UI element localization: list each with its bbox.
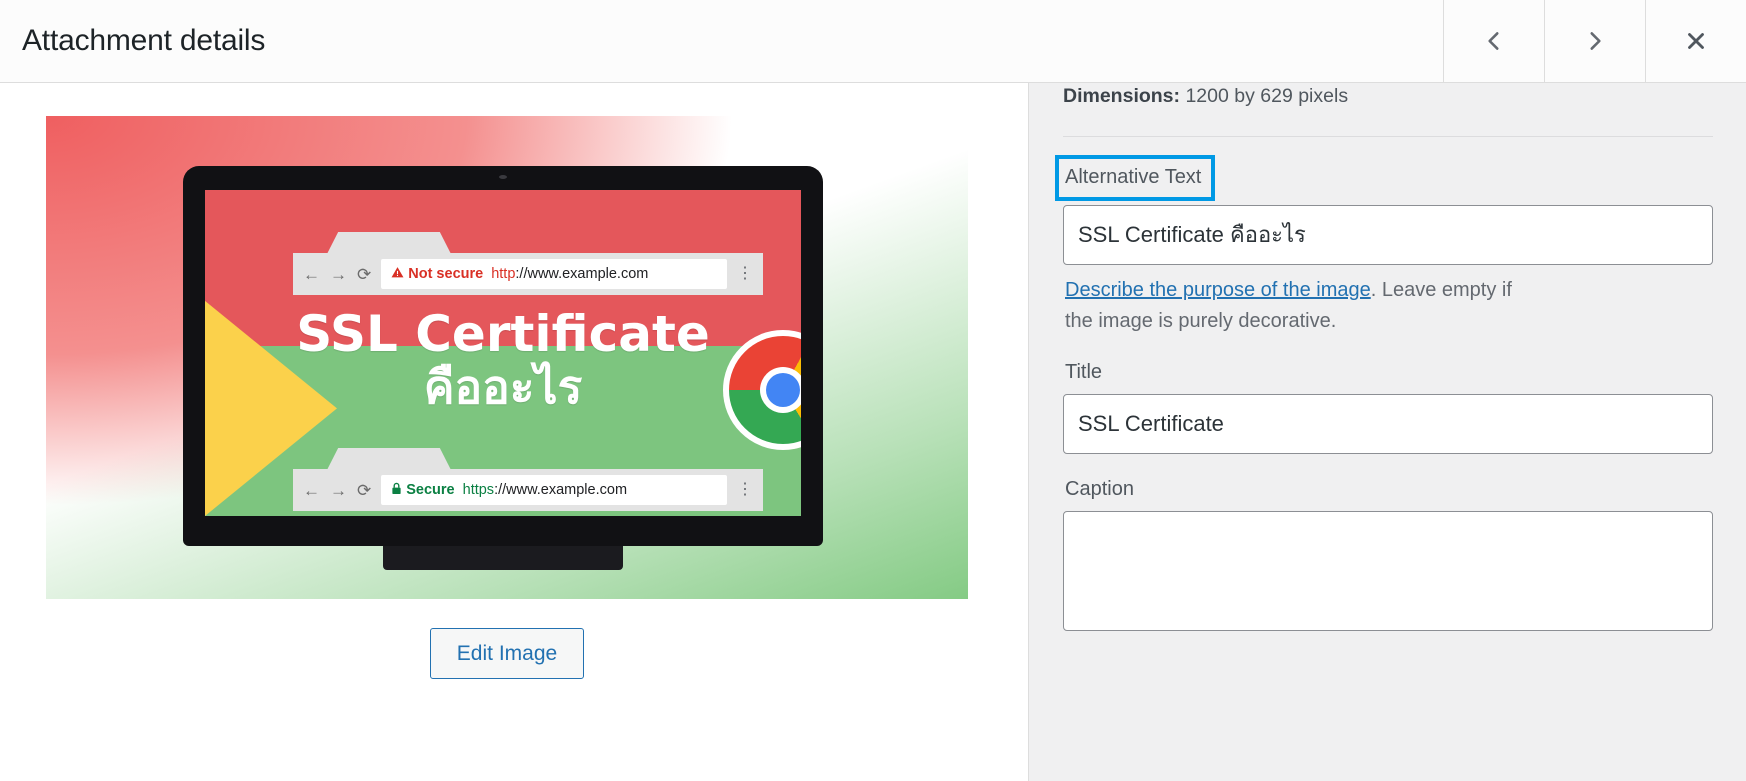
address-bar-secure: Secure https ://www.example.com	[381, 475, 727, 505]
attachment-media-view: ← → ⟳ Not secure http://www.example.com…	[0, 83, 1028, 781]
attachment-preview-image: ← → ⟳ Not secure http://www.example.com…	[46, 116, 968, 599]
modal-header: Attachment details	[0, 0, 1746, 83]
edit-image-button[interactable]: Edit Image	[429, 628, 585, 680]
browser-menu-icon: ⋮	[737, 481, 753, 498]
dimensions-label: Dimensions:	[1063, 85, 1181, 108]
monitor-illustration: ← → ⟳ Not secure http://www.example.com…	[183, 166, 823, 570]
back-icon: ←	[303, 480, 320, 500]
chevron-right-icon	[1582, 28, 1608, 54]
secure-label: Secure	[406, 482, 455, 498]
reload-icon: ⟳	[357, 480, 372, 500]
browser-toolbar: ← → ⟳ Not secure http://www.example.com…	[293, 253, 763, 295]
url-scheme-https: https	[462, 482, 495, 498]
dimensions-line: Dimensions: 1200 by 629 pixels	[1063, 83, 1713, 112]
close-icon	[1683, 28, 1709, 54]
artwork-headline-block: SSL Certificate คืออะไร	[205, 308, 801, 411]
browser-menu-icon: ⋮	[737, 265, 753, 282]
caption-label: Caption	[1065, 477, 1134, 500]
next-attachment-button[interactable]	[1544, 0, 1645, 82]
alt-text-input[interactable]	[1063, 204, 1713, 265]
info-divider	[1063, 135, 1713, 137]
title-setting: Title	[1063, 359, 1713, 454]
browser-tab-shape	[327, 232, 451, 254]
lock-icon	[391, 482, 406, 499]
monitor-stand	[383, 546, 623, 570]
warning-triangle-icon	[391, 266, 408, 283]
forward-icon: →	[330, 264, 347, 284]
edit-attachment-actions: Edit Image	[0, 628, 1014, 680]
dimensions-value: 1200 by 629 pixels	[1185, 85, 1349, 108]
attachment-info-content: File size: 108 KB Dimensions: 1200 by 62…	[1029, 83, 1746, 653]
chrome-logo-icon	[723, 330, 801, 450]
artwork-subheadline: คืออะไร	[423, 359, 583, 414]
url-scheme-http: http	[491, 266, 516, 282]
attachment-info-panel: File size: 108 KB Dimensions: 1200 by 62…	[1028, 83, 1746, 781]
chrome-logo-center	[760, 367, 801, 413]
modal-header-buttons	[1443, 0, 1746, 82]
describe-purpose-link[interactable]: Describe the purpose of the image	[1065, 279, 1371, 301]
alt-text-label: Alternative Text	[1054, 154, 1216, 201]
attachment-details-modal: Attachment details ← → ⟳ Not secure http…	[0, 0, 1746, 781]
url-host-secure: ://www.example.com	[494, 482, 628, 498]
title-input[interactable]	[1063, 393, 1713, 454]
artwork-headline: SSL Certificate	[296, 305, 710, 363]
page-title: Attachment details	[22, 24, 266, 57]
monitor-screen: ← → ⟳ Not secure http://www.example.com…	[205, 190, 801, 516]
secure-status: Secure	[391, 482, 455, 499]
caption-textarea[interactable]	[1063, 510, 1713, 631]
not-secure-status: Not secure	[391, 266, 483, 283]
url-host-insecure: ://www.example.com	[515, 266, 649, 282]
back-icon: ←	[303, 264, 320, 284]
address-bar-insecure: Not secure http ://www.example.com	[381, 259, 727, 289]
previous-attachment-button[interactable]	[1443, 0, 1544, 82]
not-secure-label: Not secure	[408, 266, 484, 282]
alt-text-help: Describe the purpose of the image. Leave…	[1065, 275, 1545, 337]
ssl-certificate-artwork: ← → ⟳ Not secure http://www.example.com…	[46, 116, 968, 599]
close-modal-button[interactable]	[1645, 0, 1746, 82]
caption-setting: Caption	[1063, 476, 1713, 631]
title-label: Title	[1065, 360, 1103, 383]
chrome-logo-ring	[729, 336, 801, 444]
browser-tab-shape	[327, 448, 451, 470]
modal-body: ← → ⟳ Not secure http://www.example.com…	[0, 83, 1746, 781]
forward-icon: →	[330, 480, 347, 500]
browser-toolbar: ← → ⟳ Secure https://www.example.com ⋮	[293, 469, 763, 511]
alt-text-setting: Alternative Text Describe the purpose of…	[1054, 154, 1713, 337]
reload-icon: ⟳	[357, 264, 372, 284]
chevron-left-icon	[1481, 28, 1507, 54]
